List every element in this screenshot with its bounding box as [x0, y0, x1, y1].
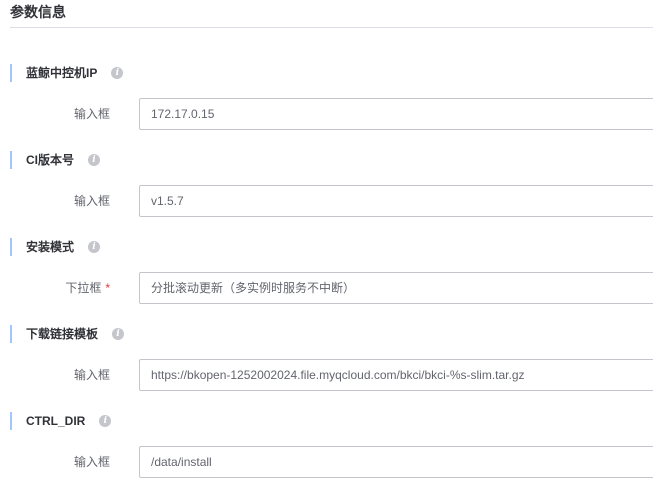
group-label: 下载链接模板 — [26, 327, 99, 341]
field-row-install-mode: 下拉框 * 分批滚动更新（多实例时服务不中断） — [0, 272, 653, 304]
field-row-ci-version: 输入框 v1.5.7 — [0, 185, 653, 217]
field-row-controller-ip: 输入框 172.17.0.15 — [0, 98, 653, 130]
group-header-controller-ip: 蓝鲸中控机IP i — [10, 64, 124, 82]
field-row-ctrl-dir: 输入框 /data/install — [0, 446, 653, 478]
group-accent-bar — [10, 238, 12, 256]
field-label: 下拉框 * — [65, 272, 110, 304]
parameter-info-panel: 参数信息 蓝鲸中控机IP i 输入框 172.17.0.15 CI版本号 i 输… — [0, 0, 653, 493]
required-mark: * — [105, 281, 110, 295]
group-accent-bar — [10, 325, 12, 343]
group-accent-bar — [10, 64, 12, 82]
field-row-download-template: 输入框 https://bkopen-1252002024.file.myqcl… — [0, 359, 653, 391]
group-accent-bar — [10, 412, 12, 430]
group-accent-bar — [10, 151, 12, 169]
group-header-ctrl-dir: CTRL_DIR i — [10, 412, 112, 430]
download-template-input[interactable]: https://bkopen-1252002024.file.myqcloud.… — [139, 359, 653, 391]
controller-ip-input[interactable]: 172.17.0.15 — [139, 98, 653, 130]
group-header-ci-version: CI版本号 i — [10, 151, 101, 169]
group-label: 蓝鲸中控机IP — [26, 66, 98, 80]
group-label: CI版本号 — [26, 153, 75, 167]
info-icon[interactable]: i — [111, 67, 124, 79]
group-label: CTRL_DIR — [26, 414, 86, 428]
field-label: 输入框 — [73, 455, 110, 469]
group-label: 安装模式 — [26, 240, 75, 254]
section-divider — [10, 27, 653, 28]
section-title: 参数信息 — [10, 4, 66, 20]
info-icon[interactable]: i — [112, 328, 125, 340]
field-label: 输入框 — [73, 194, 110, 208]
info-icon[interactable]: i — [88, 241, 101, 253]
field-label: 输入框 — [73, 107, 110, 121]
ci-version-input[interactable]: v1.5.7 — [139, 185, 653, 217]
group-header-install-mode: 安装模式 i — [10, 238, 101, 256]
info-icon[interactable]: i — [88, 154, 101, 166]
group-header-download-template: 下载链接模板 i — [10, 325, 125, 343]
install-mode-select[interactable]: 分批滚动更新（多实例时服务不中断） — [139, 272, 653, 304]
field-label-text: 下拉框 — [65, 281, 102, 295]
ctrl-dir-input[interactable]: /data/install — [139, 446, 653, 478]
field-label: 输入框 — [73, 368, 110, 382]
info-icon[interactable]: i — [99, 415, 112, 427]
